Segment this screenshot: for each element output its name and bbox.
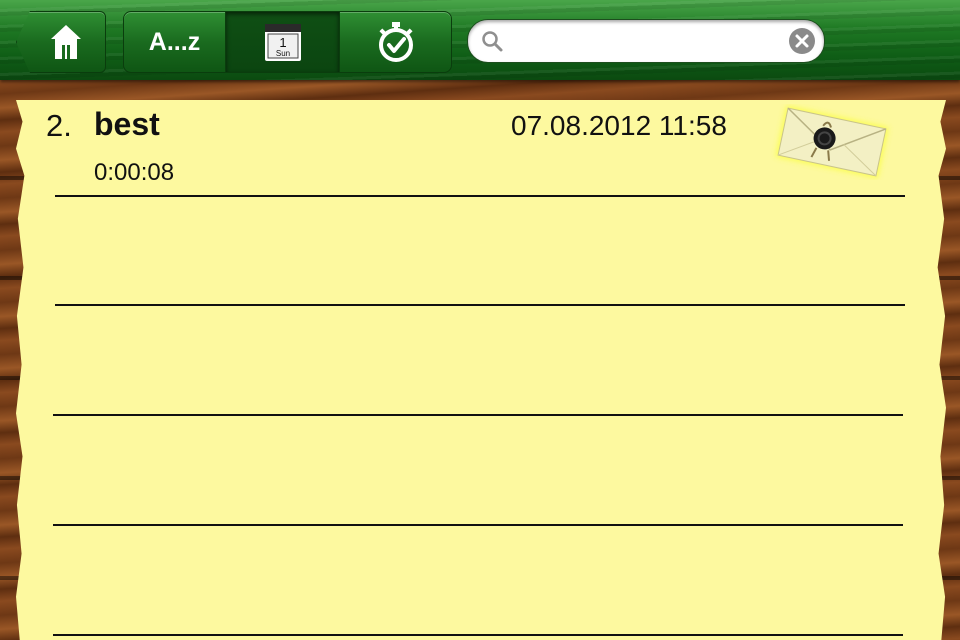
calendar-icon: 1 Sun: [264, 24, 301, 61]
sort-alphabetical-button[interactable]: A...z: [123, 11, 226, 73]
ruled-line: [55, 304, 905, 306]
ruled-line: [53, 524, 903, 526]
sort-by-duration-button[interactable]: [339, 11, 452, 73]
entry-number: 2.: [46, 108, 72, 143]
search-input[interactable]: [512, 28, 776, 56]
entry-datetime: 07.08.2012 11:58: [511, 110, 727, 141]
home-icon: [51, 25, 81, 59]
sort-alphabetical-label: A...z: [148, 27, 201, 56]
entry-duration: 0:00:08: [94, 159, 175, 186]
ruled-line: [53, 414, 903, 416]
entry-title[interactable]: best: [94, 106, 160, 143]
clear-search-icon[interactable]: [788, 27, 816, 55]
ruled-line: [53, 634, 903, 636]
sort-by-date-button[interactable]: 1 Sun: [225, 11, 340, 73]
ruled-line: [55, 195, 905, 197]
search-field[interactable]: [467, 19, 825, 63]
stopwatch-icon: [378, 22, 413, 62]
calendar-weekday: Sun: [275, 49, 289, 58]
home-button[interactable]: [16, 11, 106, 73]
search-icon: [482, 31, 503, 52]
toolbar: A...z 1 Sun: [0, 0, 960, 80]
sealed-envelope-icon[interactable]: [768, 104, 896, 180]
calendar-day: 1: [279, 35, 286, 50]
